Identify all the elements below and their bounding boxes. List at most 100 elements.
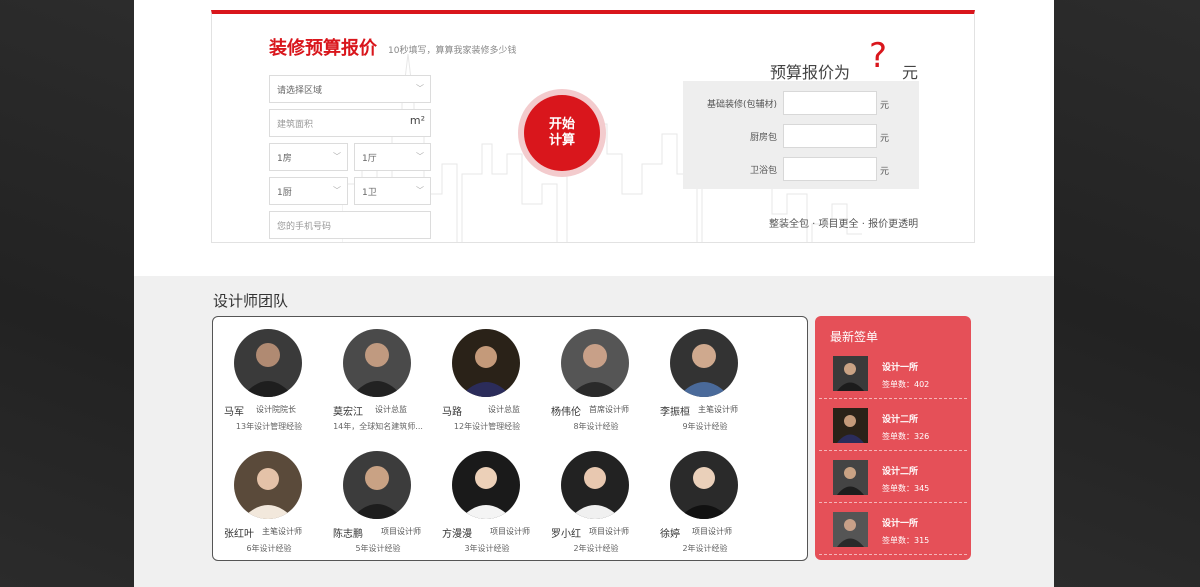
- deal-count: 签单数：402: [882, 380, 930, 389]
- designer-avatar: [343, 451, 411, 519]
- designer-avatar: [452, 451, 520, 519]
- designer-avatar: [670, 329, 738, 397]
- result-row-unit: 元: [880, 134, 890, 144]
- area-input[interactable]: 建筑面积 m²: [269, 109, 431, 137]
- designer-avatar: [670, 451, 738, 519]
- calculator-title: 装修预算报价: [269, 38, 377, 59]
- start-button-line1: 开始: [548, 117, 575, 132]
- deal-name: 设计一所: [882, 519, 919, 529]
- designer-experience: 14年，全球知名建筑师...: [333, 422, 423, 431]
- designer-avatar: [234, 329, 302, 397]
- result-field-basic[interactable]: [783, 91, 877, 115]
- rooms-select[interactable]: 1房 ﹀: [269, 143, 348, 171]
- designer-role: 设计院院长: [256, 405, 296, 414]
- result-field-kitchen[interactable]: [783, 124, 877, 148]
- designer-role: 主笔设计师: [262, 527, 302, 536]
- chevron-down-icon: ﹀: [416, 83, 424, 93]
- deal-item[interactable]: 设计二所 签单数：326: [819, 400, 967, 451]
- region-select-label: 请选择区域: [277, 85, 323, 96]
- designer-card[interactable]: 陈志鹏 项目设计师 5年设计经验: [323, 451, 433, 569]
- designer-name: 莫宏江: [333, 407, 363, 418]
- result-field-bath[interactable]: [783, 157, 877, 181]
- area-unit: m²: [409, 114, 425, 127]
- deal-item[interactable]: 设计一所 签单数：315: [819, 504, 967, 555]
- designer-role: 设计总监: [375, 405, 407, 414]
- designer-role: 项目设计师: [381, 527, 421, 536]
- latest-deals-panel: 最新签单 设计一所 签单数：402 设计二所 签单数：326 设计二所 签单数：…: [815, 316, 971, 560]
- calculator-slogan: 整装全包 · 项目更全 · 报价更透明: [769, 219, 919, 230]
- designer-experience: 6年设计经验: [246, 544, 292, 553]
- designer-card[interactable]: 罗小红 项目设计师 2年设计经验: [541, 451, 651, 569]
- designer-name: 杨伟伦: [551, 407, 581, 418]
- deal-name: 设计一所: [882, 363, 919, 373]
- designer-avatar: [561, 451, 629, 519]
- deal-thumbnail: [833, 512, 868, 547]
- designer-card[interactable]: 莫宏江 设计总监 14年，全球知名建筑师...: [323, 329, 433, 447]
- designer-name: 方漫漫: [442, 529, 472, 540]
- designer-name: 罗小红: [551, 529, 581, 540]
- deal-count: 签单数：345: [882, 484, 930, 493]
- designer-role: 主笔设计师: [698, 405, 738, 414]
- designer-role: 首席设计师: [589, 405, 629, 414]
- designer-experience: 8年设计经验: [573, 422, 619, 431]
- designer-card[interactable]: 方漫漫 项目设计师 3年设计经验: [432, 451, 542, 569]
- team-section: 设计师团队 马军 设计院院长 13年设计管理经验 莫宏江 设计总监 14年，全球…: [134, 276, 1054, 587]
- calculator-subtitle: 10秒填写，算算我家装修多少钱: [388, 46, 517, 56]
- deal-thumbnail: [833, 460, 868, 495]
- designer-team-panel: 马军 设计院院长 13年设计管理经验 莫宏江 设计总监 14年，全球知名建筑师.…: [212, 316, 808, 561]
- start-button-line2: 计算: [548, 133, 575, 148]
- result-value: ?: [869, 36, 888, 76]
- designer-role: 项目设计师: [692, 527, 732, 536]
- result-row-unit: 元: [880, 101, 890, 111]
- designer-avatar: [561, 329, 629, 397]
- result-row-basic: 基础装修(包辅材) 元: [683, 91, 919, 115]
- result-unit: 元: [902, 63, 919, 82]
- halls-select[interactable]: 1厅 ﹀: [354, 143, 431, 171]
- deal-item[interactable]: 设计一所 签单数：402: [819, 348, 967, 399]
- left-background: [0, 0, 134, 587]
- deal-thumbnail: [833, 356, 868, 391]
- kitchens-value: 1厨: [277, 187, 292, 198]
- designer-card[interactable]: 马军 设计院院长 13年设计管理经验: [214, 329, 324, 447]
- right-background: [1054, 0, 1200, 587]
- chevron-down-icon: ﹀: [416, 185, 424, 195]
- designer-name: 马路: [442, 407, 462, 418]
- baths-value: 1卫: [362, 187, 377, 198]
- designer-experience: 9年设计经验: [682, 422, 728, 431]
- designer-card[interactable]: 张红叶 主笔设计师 6年设计经验: [214, 451, 324, 569]
- team-title: 设计师团队: [213, 292, 289, 310]
- region-select[interactable]: 请选择区域 ﹀: [269, 75, 431, 103]
- designer-card[interactable]: 马路 设计总监 12年设计管理经验: [432, 329, 542, 447]
- designer-avatar: [234, 451, 302, 519]
- designer-role: 项目设计师: [589, 527, 629, 536]
- result-breakdown: 基础装修(包辅材) 元 厨房包 元 卫浴包 元: [683, 81, 919, 189]
- designer-experience: 5年设计经验: [355, 544, 401, 553]
- budget-calculator: 装修预算报价 10秒填写，算算我家装修多少钱 请选择区域 ﹀ 建筑面积 m² 1…: [211, 10, 975, 243]
- result-row-bath: 卫浴包 元: [683, 157, 919, 181]
- designer-avatar: [452, 329, 520, 397]
- result-title: 预算报价为: [770, 63, 851, 82]
- designer-name: 李振桓: [660, 407, 690, 418]
- latest-deals-title: 最新签单: [830, 330, 879, 344]
- rooms-value: 1房: [277, 153, 292, 164]
- designer-card[interactable]: 李振桓 主笔设计师 9年设计经验: [650, 329, 760, 447]
- deal-name: 设计二所: [882, 467, 919, 477]
- designer-name: 马军: [224, 407, 244, 418]
- designer-card[interactable]: 杨伟伦 首席设计师 8年设计经验: [541, 329, 651, 447]
- designer-name: 张红叶: [224, 529, 254, 540]
- chevron-down-icon: ﹀: [333, 185, 341, 195]
- baths-select[interactable]: 1卫 ﹀: [354, 177, 431, 205]
- designer-role: 项目设计师: [490, 527, 530, 536]
- area-input-placeholder: 建筑面积: [277, 119, 314, 130]
- chevron-down-icon: ﹀: [333, 151, 341, 161]
- deal-name: 设计二所: [882, 415, 919, 425]
- start-calculate-button[interactable]: 开始 计算: [518, 89, 606, 177]
- phone-input-placeholder: 您的手机号码: [277, 221, 332, 232]
- deal-item[interactable]: 设计二所 签单数：345: [819, 452, 967, 503]
- result-row-kitchen: 厨房包 元: [683, 124, 919, 148]
- deal-count: 签单数：326: [882, 432, 930, 441]
- designer-card[interactable]: 徐婷 项目设计师 2年设计经验: [650, 451, 760, 569]
- halls-value: 1厅: [362, 153, 377, 164]
- phone-input[interactable]: 您的手机号码: [269, 211, 431, 239]
- kitchens-select[interactable]: 1厨 ﹀: [269, 177, 348, 205]
